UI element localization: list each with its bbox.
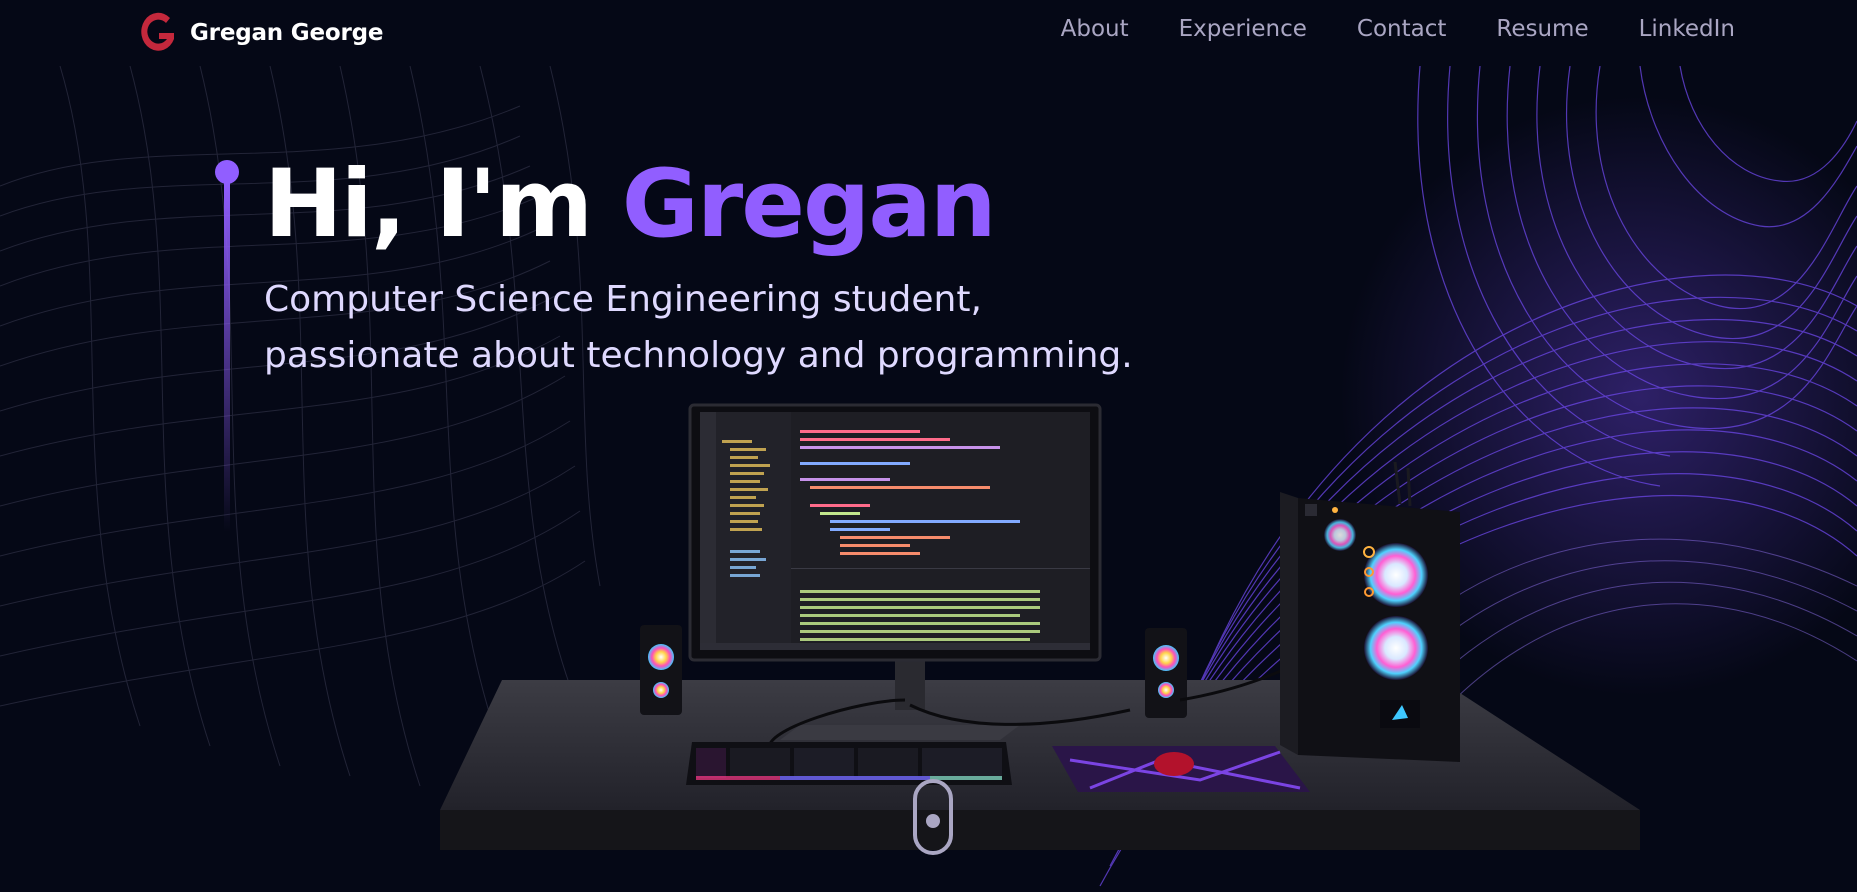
brand-name: Gregan George xyxy=(190,20,384,46)
nav-link-experience[interactable]: Experience xyxy=(1179,16,1307,42)
nav-link-resume[interactable]: Resume xyxy=(1496,16,1588,42)
hero-title-name: Gregan xyxy=(621,150,997,259)
hero-title: Hi, I'm Gregan xyxy=(264,150,997,260)
navbar: Gregan George About Experience Contact R… xyxy=(0,0,1857,66)
brand-link[interactable]: Gregan George xyxy=(138,8,383,58)
nav-link-about[interactable]: About xyxy=(1061,16,1129,42)
hero-title-prefix: Hi, I'm xyxy=(264,150,622,259)
desktop-pc-3d-model xyxy=(440,403,1640,850)
nav-link-linkedin[interactable]: LinkedIn xyxy=(1639,16,1735,42)
scroll-down-button[interactable] xyxy=(912,778,954,856)
hero-accent-line xyxy=(215,160,239,532)
hero-subtitle-line-2: passionate about technology and programm… xyxy=(264,335,1133,376)
nav-link-contact[interactable]: Contact xyxy=(1357,16,1446,42)
g-logo-icon xyxy=(141,12,174,51)
hero-subtitle-line-1: Computer Science Engineering student, xyxy=(264,279,982,320)
hero-subtitle: Computer Science Engineering student, pa… xyxy=(264,272,1264,384)
mouse-scroll-icon xyxy=(913,779,953,855)
nav-links: About Experience Contact Resume LinkedIn xyxy=(1061,16,1735,42)
